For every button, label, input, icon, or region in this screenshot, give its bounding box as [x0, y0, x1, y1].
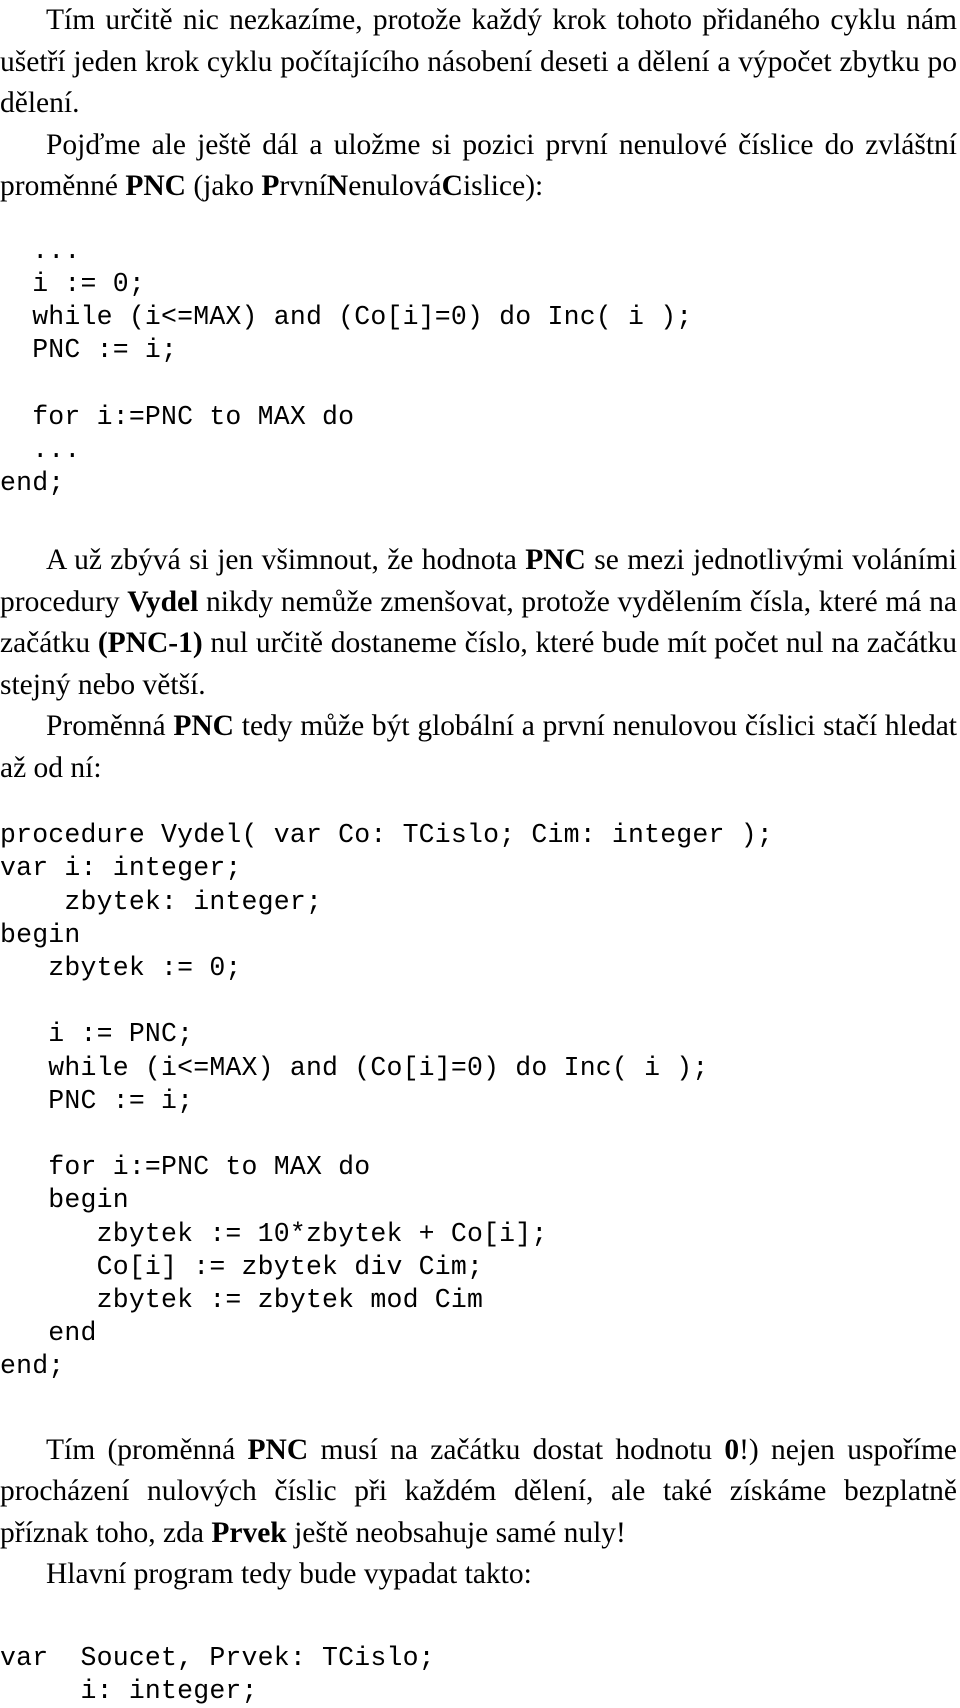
- emphasis-term: PNC: [173, 710, 234, 743]
- emphasis-term: PNC: [247, 1433, 309, 1466]
- text-run: Proměnná: [46, 710, 174, 743]
- paragraph-intro-saving: Tím určitě nic nezkazíme, protože každý …: [0, 0, 957, 125]
- text-run: musí na začátku dostat hodnotu: [308, 1433, 725, 1466]
- code-block-main-var-decl: var Soucet, Prvek: TCislo; i: integer;: [0, 1642, 435, 1706]
- spacer-before-code-2: [0, 789, 960, 819]
- text-run: A už zbývá si jen všimnout, že hodnota: [46, 544, 526, 577]
- paragraph-main-program-lead: Hlavní program tedy bude vypadat takto:: [0, 1554, 957, 1596]
- text-run: ještě neobsahuje samé nuly!: [286, 1516, 626, 1549]
- document-page: Tím určitě nic nezkazíme, protože každý …: [0, 0, 960, 1706]
- text-run: enulová: [348, 170, 442, 202]
- emphasis-term: N: [326, 170, 349, 202]
- text-run: rvní: [279, 170, 327, 202]
- spacer-before-code-1: [0, 208, 960, 235]
- emphasis-term: Vydel: [127, 585, 199, 618]
- text-run: Hlavní program tedy bude vypadat takto:: [46, 1558, 532, 1591]
- spacer-after-code-1: [0, 500, 960, 540]
- text-run: Tím (proměnná: [46, 1433, 248, 1466]
- text-run: (jako: [185, 170, 262, 202]
- code-block-loop-sketch: ... i := 0; while (i<=MAX) and (Co[i]=0)…: [0, 235, 693, 498]
- code-block-procedure-vydel: procedure Vydel( var Co: TCislo; Cim: in…: [0, 820, 773, 1382]
- paragraph-store-pnc: Pojďme ale ještě dál a uložme si pozici …: [0, 125, 957, 208]
- emphasis-term: PNC: [525, 544, 586, 577]
- text-run: Tím určitě nic nezkazíme, protože každý …: [0, 4, 957, 119]
- paragraph-pnc-global: Proměnná PNC tedy může být globální a pr…: [0, 706, 957, 789]
- text-run: islice):: [462, 170, 544, 202]
- spacer-before-code-3: [0, 1596, 960, 1642]
- paragraph-pnc-monotonic: A už zbývá si jen všimnout, že hodnota P…: [0, 540, 957, 706]
- emphasis-term: P: [261, 170, 280, 202]
- emphasis-term: PNC: [125, 170, 186, 202]
- paragraph-pnc-benefits: Tím (proměnná PNC musí na začátku dostat…: [0, 1430, 957, 1555]
- emphasis-term: 0: [724, 1433, 740, 1466]
- emphasis-term: C: [441, 170, 463, 202]
- spacer-after-code-2: [0, 1384, 960, 1430]
- emphasis-term: (PNC-1): [97, 627, 203, 660]
- emphasis-term: Prvek: [211, 1516, 287, 1549]
